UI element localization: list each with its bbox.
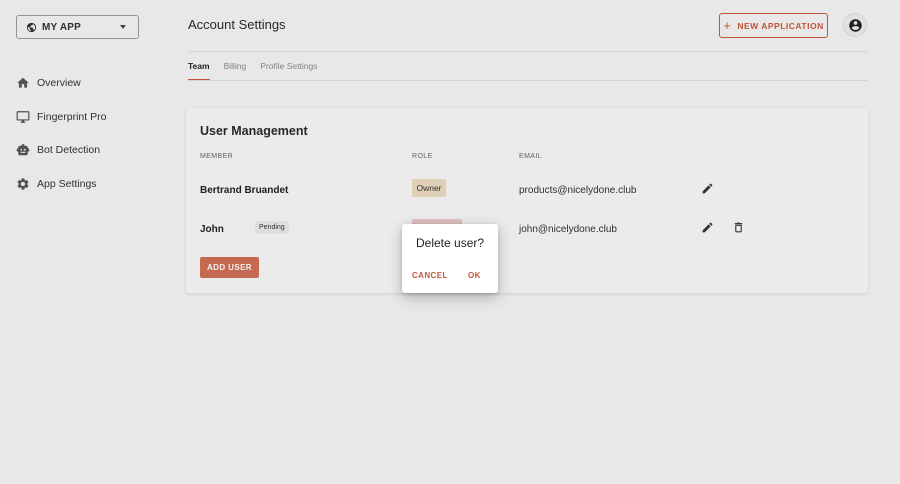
dialog-title: Delete user? <box>416 236 485 250</box>
app-page: MY APP Overview Fingerprint Pro Bot Dete… <box>0 0 900 484</box>
delete-user-dialog: Delete user? CANCEL OK <box>402 224 498 293</box>
ok-button[interactable]: OK <box>468 271 481 280</box>
cancel-button[interactable]: CANCEL <box>412 271 448 280</box>
